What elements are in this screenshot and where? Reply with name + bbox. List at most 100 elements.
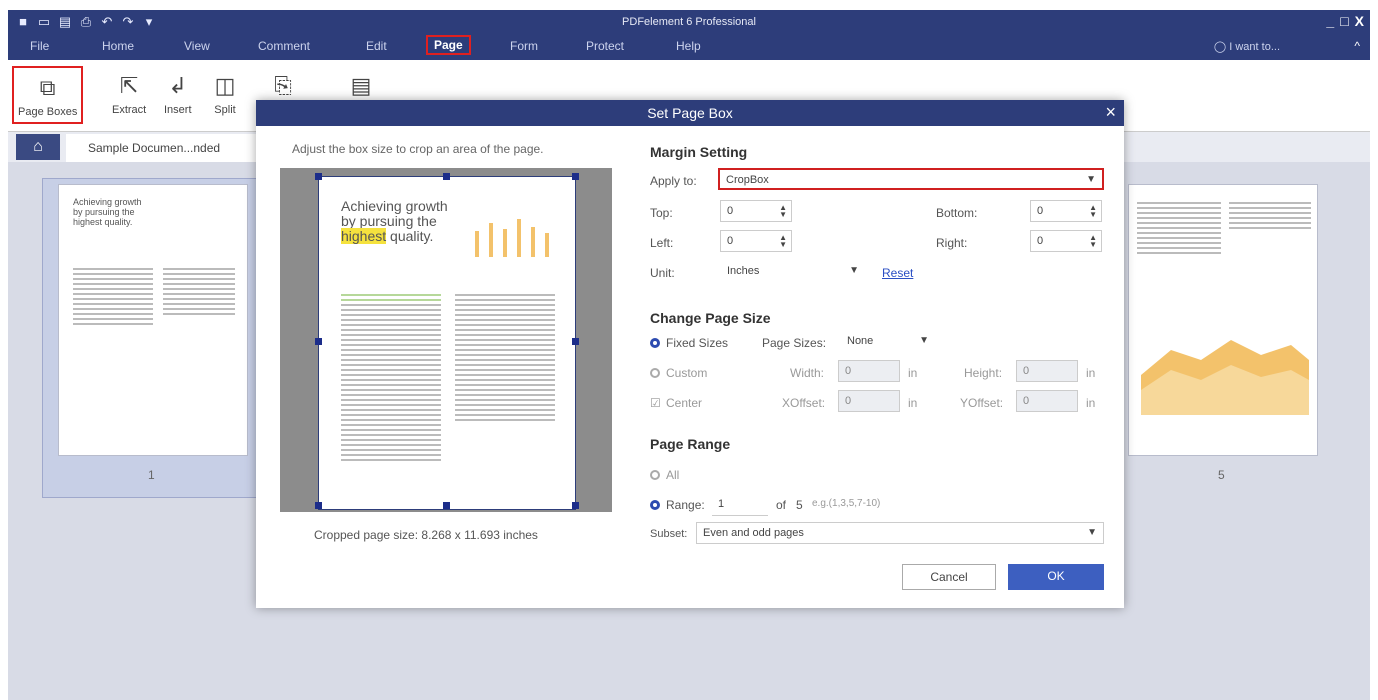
- custom-radio[interactable]: [650, 368, 660, 378]
- crop-handle-right[interactable]: [572, 338, 579, 345]
- margin-setting-header: Margin Setting: [650, 144, 748, 160]
- menu-edit[interactable]: Edit: [366, 39, 387, 53]
- bottom-margin-value: 0: [1037, 205, 1044, 217]
- right-margin-value: 0: [1037, 235, 1044, 247]
- page-boxes-button[interactable]: ⧉ Page Boxes: [12, 66, 84, 124]
- spinner-icon[interactable]: ▲ ▼: [779, 204, 787, 219]
- window-controls: _ □ X: [1326, 13, 1364, 29]
- document-tab[interactable]: Sample Documen...nded: [66, 134, 266, 162]
- home-icon: ⌂: [33, 138, 43, 155]
- yoffset-unit: in: [1086, 396, 1096, 410]
- home-tab[interactable]: ⌂: [16, 134, 60, 160]
- menu-bar: File Home View Comment Edit Page Form Pr…: [8, 34, 1370, 60]
- menu-view[interactable]: View: [184, 39, 210, 53]
- width-value: 0: [845, 365, 852, 377]
- height-label: Height:: [964, 366, 1003, 380]
- preview-text-column-1: [341, 291, 441, 464]
- range-input[interactable]: 1: [712, 494, 768, 516]
- chevron-down-icon: ▼: [919, 335, 929, 346]
- ok-button[interactable]: OK: [1008, 564, 1104, 590]
- i-want-to-search[interactable]: ◯ I want to...: [1214, 40, 1280, 53]
- top-margin-input[interactable]: 0 ▲ ▼: [720, 200, 792, 222]
- page-boxes-icon: ⧉: [39, 75, 56, 100]
- preview-title-line-1: Achieving growth: [341, 198, 448, 214]
- spinner-icon[interactable]: ▲ ▼: [1089, 234, 1097, 249]
- reset-link[interactable]: Reset: [882, 266, 913, 280]
- title-bar: ■ ▭ ▤ ⎙ ↶ ↷ ▾ PDFelement 6 Professional …: [8, 10, 1370, 34]
- insert-button[interactable]: ↲ Insert: [164, 70, 192, 116]
- page-label-button[interactable]: ▤: [348, 70, 374, 104]
- crop-handle-bottom[interactable]: [443, 502, 450, 509]
- menu-home[interactable]: Home: [102, 39, 134, 53]
- crop-handle-top[interactable]: [443, 173, 450, 180]
- cropped-page-size: Cropped page size: 8.268 x 11.693 inches: [314, 528, 538, 542]
- thumb-title-line-2: by pursuing the: [73, 207, 135, 217]
- yoffset-label: YOffset:: [960, 396, 1004, 410]
- thumb-title-line-3: highest quality.: [73, 217, 133, 227]
- page-sizes-value: None: [847, 335, 874, 347]
- right-margin-input[interactable]: 0 ▲ ▼: [1030, 230, 1102, 252]
- apply-to-select[interactable]: CropBox ▼: [718, 168, 1104, 190]
- dialog-close-button[interactable]: ×: [1105, 102, 1116, 123]
- fixed-sizes-radio[interactable]: [650, 338, 660, 348]
- replace-button[interactable]: ⎘: [270, 70, 296, 104]
- unit-select[interactable]: Inches ▼: [720, 260, 866, 282]
- fixed-sizes-label: Fixed Sizes: [666, 336, 729, 350]
- left-margin-value: 0: [727, 235, 734, 247]
- of-label: of: [776, 498, 787, 512]
- thumb-text-column-2: [163, 265, 235, 318]
- insert-icon: ↲: [168, 73, 187, 98]
- custom-label: Custom: [666, 366, 708, 380]
- document-tab-label: Sample Documen...nded: [88, 141, 221, 155]
- dialog-title: Set Page Box: [647, 105, 733, 121]
- all-radio[interactable]: [650, 470, 660, 480]
- width-input[interactable]: 0: [838, 360, 900, 382]
- thumbnail-1-page-number: 1: [148, 468, 155, 482]
- crop-handle-top-left[interactable]: [315, 173, 322, 180]
- left-margin-input[interactable]: 0 ▲ ▼: [720, 230, 792, 252]
- menu-help[interactable]: Help: [676, 39, 701, 53]
- preview-page[interactable]: Achieving growth by pursuing the highest…: [318, 176, 576, 510]
- center-checkbox[interactable]: ☑: [650, 396, 661, 410]
- set-page-box-dialog: Set Page Box × Adjust the box size to cr…: [256, 100, 1124, 608]
- replace-icon: ⎘: [274, 73, 292, 98]
- crop-handle-bottom-right[interactable]: [572, 502, 579, 509]
- spinner-icon[interactable]: ▲ ▼: [1089, 204, 1097, 219]
- height-value: 0: [1023, 365, 1030, 377]
- menu-protect[interactable]: Protect: [586, 39, 624, 53]
- extract-icon: ⇱: [119, 73, 139, 98]
- close-button[interactable]: X: [1355, 13, 1364, 29]
- xoffset-input[interactable]: 0: [838, 390, 900, 412]
- cancel-button[interactable]: Cancel: [902, 564, 996, 590]
- crop-handle-left[interactable]: [315, 338, 322, 345]
- subset-select[interactable]: Even and odd pages ▼: [696, 522, 1104, 544]
- page-thumbnail-1[interactable]: Achieving growth by pursuing the highest…: [58, 184, 248, 456]
- bottom-label: Bottom:: [936, 206, 978, 220]
- page-thumbnail-5[interactable]: [1128, 184, 1318, 456]
- collapse-ribbon-button[interactable]: ^: [1354, 39, 1360, 53]
- thumb5-text-column-2: [1229, 199, 1311, 232]
- spinner-icon[interactable]: ▲ ▼: [779, 234, 787, 249]
- app-window: ■ ▭ ▤ ⎙ ↶ ↷ ▾ PDFelement 6 Professional …: [8, 10, 1370, 700]
- page-sizes-select[interactable]: None ▼: [840, 330, 936, 352]
- split-label: Split: [214, 104, 236, 116]
- height-input[interactable]: 0: [1016, 360, 1078, 382]
- range-radio[interactable]: [650, 500, 660, 510]
- split-button[interactable]: ◫ Split: [212, 70, 238, 116]
- yoffset-input[interactable]: 0: [1016, 390, 1078, 412]
- page-boxes-label: Page Boxes: [18, 106, 78, 118]
- menu-file[interactable]: File: [30, 39, 49, 53]
- thumb5-area-chart: [1141, 340, 1309, 415]
- menu-form[interactable]: Form: [510, 39, 538, 53]
- minimize-button[interactable]: _: [1326, 13, 1334, 29]
- bottom-margin-input[interactable]: 0 ▲ ▼: [1030, 200, 1102, 222]
- crop-handle-bottom-left[interactable]: [315, 502, 322, 509]
- crop-handle-top-right[interactable]: [572, 173, 579, 180]
- menu-page[interactable]: Page: [426, 35, 471, 55]
- maximize-button[interactable]: □: [1340, 13, 1348, 29]
- menu-comment[interactable]: Comment: [258, 39, 310, 53]
- page-range-header: Page Range: [650, 436, 731, 452]
- extract-button[interactable]: ⇱ Extract: [112, 70, 146, 116]
- preview-bar-chart: [475, 219, 549, 257]
- preview-title-highlight: highest: [341, 228, 387, 244]
